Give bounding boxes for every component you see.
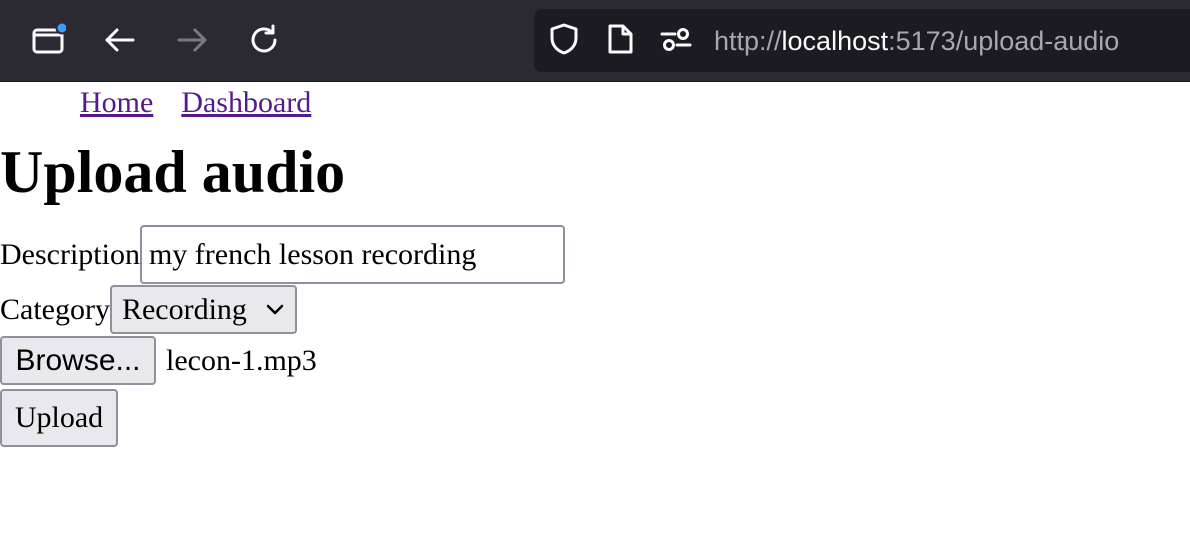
nav-link-dashboard[interactable]: Dashboard — [181, 86, 311, 119]
url-host: localhost — [781, 26, 889, 56]
page-title: Upload audio — [0, 139, 346, 205]
category-row: Category Recording — [0, 285, 297, 334]
file-row: Browse... lecon-1.mp3 — [0, 336, 317, 385]
chevron-down-icon — [265, 303, 285, 317]
back-arrow-icon — [102, 22, 138, 58]
page-icon — [605, 22, 635, 56]
category-select[interactable]: Recording — [109, 285, 297, 334]
url-path: :5173/upload-audio — [888, 26, 1120, 56]
reload-button[interactable] — [246, 22, 282, 58]
page-content: Home Dashboard Upload audio Description C… — [0, 82, 1190, 546]
site-nav: Home Dashboard — [80, 82, 339, 124]
forward-arrow-icon — [174, 22, 210, 58]
description-label: Description — [0, 237, 140, 271]
description-input[interactable] — [139, 225, 565, 284]
description-row: Description — [0, 225, 565, 284]
category-label: Category — [0, 292, 110, 326]
upload-button[interactable]: Upload — [0, 389, 118, 447]
address-bar[interactable]: http://localhost:5173/upload-audio — [534, 9, 1190, 72]
permissions-button[interactable] — [660, 23, 692, 55]
category-selected-value: Recording — [121, 292, 247, 326]
nav-link-home[interactable]: Home — [80, 86, 153, 119]
sidebar-toggle-button[interactable] — [30, 22, 66, 58]
url-scheme: http:// — [714, 26, 782, 56]
selected-file-name: lecon-1.mp3 — [166, 343, 317, 377]
permissions-icon — [659, 22, 693, 56]
site-info-button[interactable] — [604, 23, 636, 55]
reload-icon — [246, 22, 282, 58]
tracking-protection-button[interactable] — [548, 23, 580, 55]
upload-row: Upload — [0, 389, 118, 447]
browser-toolbar: http://localhost:5173/upload-audio — [0, 0, 1190, 82]
sidebar-icon — [30, 22, 66, 58]
forward-button[interactable] — [174, 22, 210, 58]
url-text: http://localhost:5173/upload-audio — [714, 26, 1119, 57]
shield-icon — [548, 22, 580, 56]
browse-button[interactable]: Browse... — [0, 336, 156, 385]
back-button[interactable] — [102, 22, 138, 58]
